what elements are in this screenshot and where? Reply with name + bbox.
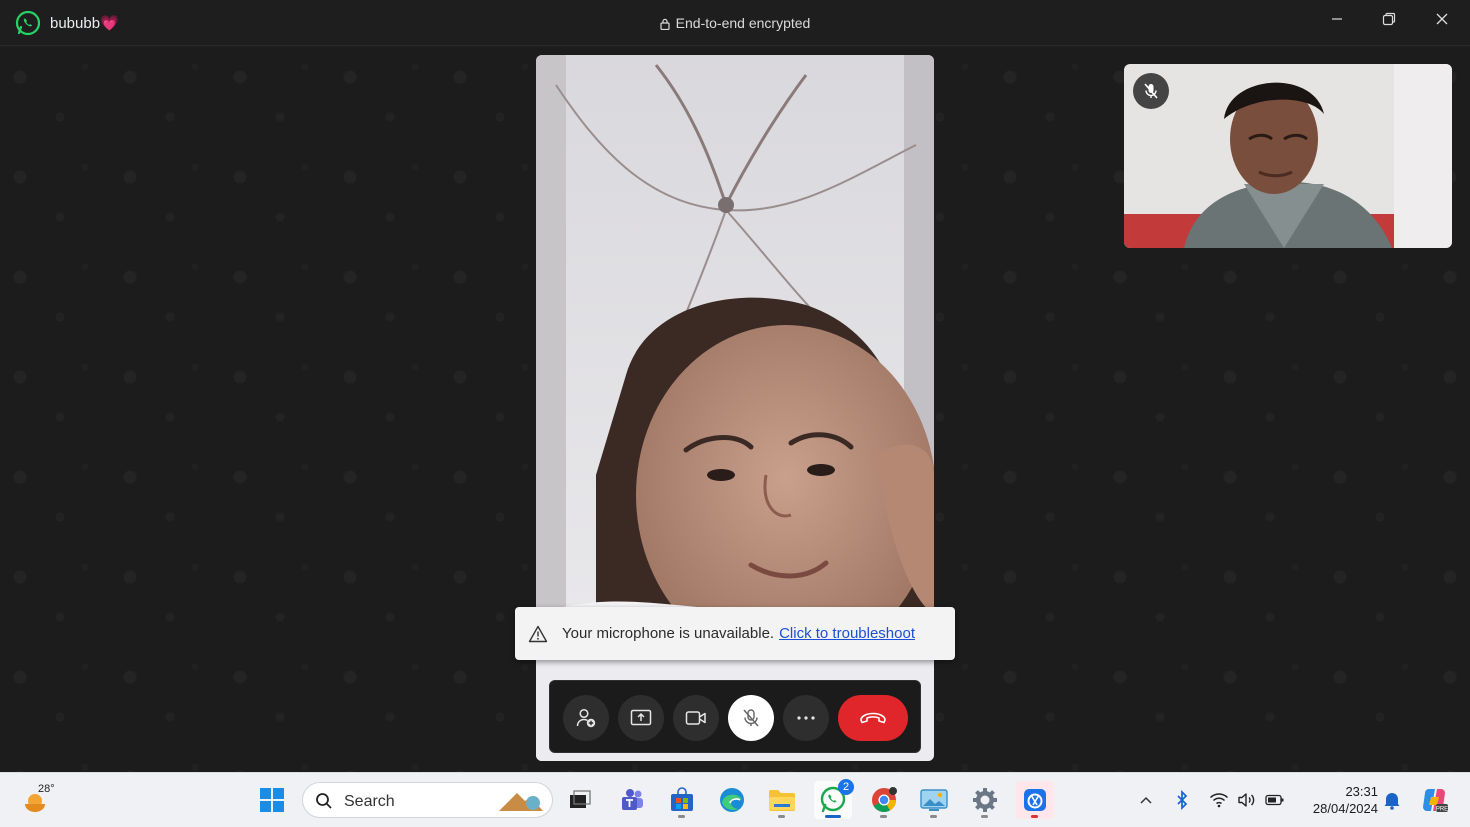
share-screen-button[interactable] [618,695,664,741]
chrome-icon [872,787,897,813]
edge-app[interactable] [713,781,751,819]
search-icon [316,793,332,809]
edge-icon [720,788,744,812]
recording-indicator [1031,815,1038,818]
title-bar: bububb💗 End-to-end encrypted [0,0,1470,46]
task-view-icon [570,790,591,808]
notification-badge: 2 [838,779,854,795]
show-hidden-icons-button[interactable] [1135,789,1157,811]
bell-icon [1384,793,1400,810]
speaker-icon [1238,793,1255,807]
running-indicator [880,815,887,818]
minimize-icon [1332,18,1342,20]
microphone-toggle-button[interactable] [728,695,774,741]
teams-icon [622,789,643,810]
copilot-button[interactable]: PRE [1415,781,1453,819]
clock-time: 23:31 [1345,784,1378,799]
windows-taskbar: 28° Search 2 23:31 28/04/2024 PRE [0,772,1470,827]
running-indicator [778,815,785,818]
close-icon [1436,13,1448,25]
start-button[interactable] [253,781,291,819]
phone-hangup-icon [860,712,886,724]
settings-app[interactable] [966,781,1004,819]
person-add-icon [576,708,596,728]
call-controls-bar [549,680,921,753]
minimize-button[interactable] [1322,8,1352,30]
encryption-label: End-to-end encrypted [675,15,811,31]
store-icon [671,787,693,811]
chrome-app[interactable] [865,781,903,819]
encryption-status: End-to-end encrypted [0,15,1470,31]
svg-text:PRE: PRE [1436,807,1448,813]
add-participant-button[interactable] [563,695,609,741]
file-explorer-app[interactable] [763,781,801,819]
bluetooth-tray-button[interactable] [1171,789,1193,811]
snipping-tool-app[interactable] [1016,781,1054,819]
wifi-tray-button[interactable] [1208,789,1230,811]
active-indicator [825,815,841,818]
share-screen-icon [630,709,652,726]
volume-tray-button[interactable] [1236,789,1258,811]
teams-app[interactable] [613,781,651,819]
mic-off-icon [1144,83,1158,99]
search-placeholder: Search [344,793,395,810]
mic-off-icon [743,709,759,727]
ellipsis-icon [797,716,815,720]
battery-icon [1265,794,1284,806]
end-call-button[interactable] [838,695,908,741]
warning-icon [528,625,548,643]
notifications-button[interactable] [1381,789,1403,811]
bluetooth-icon [1177,790,1188,810]
weather-temperature: 28° [38,783,55,795]
local-video-frame [1124,64,1452,248]
running-indicator [678,815,685,818]
more-options-button[interactable] [783,695,829,741]
chevron-up-icon [1140,796,1152,804]
taskbar-search-box[interactable]: Search [302,782,553,818]
gear-icon [973,788,997,812]
close-button[interactable] [1427,8,1457,30]
search-highlight-icon [499,793,543,811]
snipping-tool-icon [1024,789,1046,811]
microphone-warning-toast: Your microphone is unavailable. Click to… [515,607,955,660]
windows-logo-icon [260,788,284,812]
local-video-preview [1124,64,1452,248]
system-clock[interactable]: 23:31 28/04/2024 [1298,783,1378,817]
photos-icon [920,789,948,811]
battery-tray-button[interactable] [1264,789,1286,811]
restore-button[interactable] [1374,8,1404,30]
photos-app[interactable] [915,781,953,819]
running-indicator [930,815,937,818]
video-camera-icon [685,711,706,725]
toast-message: Your microphone is unavailable. [562,625,775,642]
local-mic-muted-indicator [1133,73,1169,109]
running-indicator [981,815,988,818]
store-app[interactable] [663,781,701,819]
clock-date: 28/04/2024 [1312,801,1378,816]
copilot-icon: PRE [1423,789,1448,813]
whatsapp-app[interactable]: 2 [814,779,854,819]
restore-icon [1382,12,1396,26]
wifi-icon [1209,793,1229,808]
task-view-button[interactable] [561,781,599,819]
lock-icon [660,18,670,31]
troubleshoot-link[interactable]: Click to troubleshoot [779,625,915,642]
camera-button[interactable] [673,695,719,741]
folder-icon [769,790,795,811]
